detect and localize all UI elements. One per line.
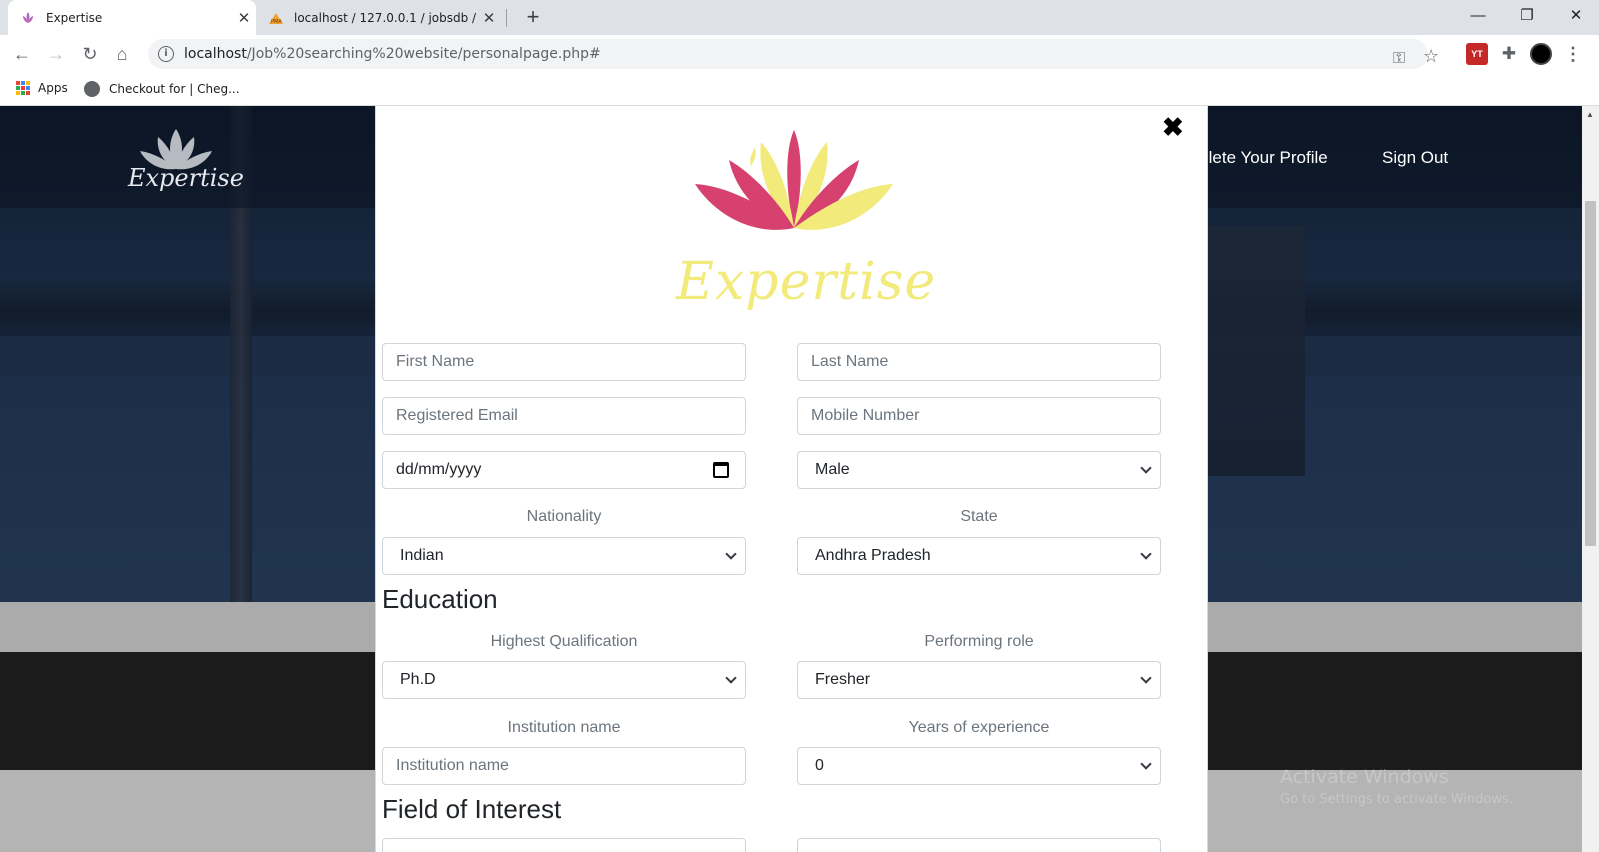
scroll-thumb[interactable] — [1585, 201, 1596, 546]
interest-input-left[interactable] — [382, 838, 746, 852]
globe-icon — [84, 81, 100, 97]
extension-yt-icon[interactable]: YT — [1466, 43, 1488, 65]
first-name-input[interactable]: First Name — [382, 343, 746, 381]
tab-close-icon[interactable]: ✕ — [477, 9, 501, 27]
activate-windows-subtitle: Go to Settings to activate Windows. — [1280, 792, 1513, 807]
tab-phpmyadmin[interactable]: PMA localhost / 127.0.0.1 / jobsdb / lo … — [256, 0, 501, 35]
chevron-down-icon — [1140, 462, 1152, 474]
gender-value: Male — [815, 461, 850, 478]
tab-separator — [506, 9, 507, 27]
nationality-label: Nationality — [526, 508, 602, 525]
qualification-value: Ph.D — [400, 671, 436, 688]
extensions-puzzle-icon[interactable]: ✚ — [1498, 43, 1520, 65]
experience-label: Years of experience — [908, 719, 1050, 736]
activate-windows-title: Activate Windows — [1280, 766, 1449, 788]
nav-sign-out[interactable]: Sign Out — [1382, 148, 1448, 168]
mobile-input[interactable]: Mobile Number — [797, 397, 1161, 435]
dob-date-input[interactable]: dd/mm/yyyy — [382, 451, 746, 489]
chevron-down-icon — [1140, 758, 1152, 770]
modal-lotus-logo-icon — [695, 130, 893, 230]
chevron-down-icon — [1140, 548, 1152, 560]
experience-value: 0 — [815, 757, 824, 774]
browser-tab-strip: Expertise ✕ PMA localhost / 127.0.0.1 / … — [0, 0, 1599, 35]
field-of-interest-heading: Field of Interest — [382, 794, 562, 824]
tab-title: localhost / 127.0.0.1 / jobsdb / lo — [294, 10, 477, 25]
role-select[interactable]: Fresher — [797, 661, 1161, 699]
qualification-select[interactable]: Ph.D — [382, 661, 746, 699]
state-value: Andhra Pradesh — [815, 547, 931, 564]
home-icon[interactable]: ⌂ — [108, 40, 136, 68]
profile-modal: ✖ Expertise First Name Last Name Registe… — [375, 106, 1208, 852]
bookmark-star-icon[interactable]: ☆ — [1423, 46, 1439, 67]
tab-expertise[interactable]: Expertise ✕ — [8, 0, 256, 35]
chevron-down-icon — [1140, 672, 1152, 684]
back-arrow-icon[interactable]: ← — [8, 40, 36, 68]
apps-grid-icon — [16, 81, 30, 95]
bookmark-label: Apps — [38, 81, 68, 95]
bookmark-label: Checkout for | Cheg... — [109, 82, 240, 96]
bookmarks-bar: Apps Checkout for | Cheg... — [0, 73, 1599, 106]
gender-select[interactable]: Male — [797, 451, 1161, 489]
qualification-label: Highest Qualification — [490, 633, 638, 650]
experience-select[interactable]: 0 — [797, 747, 1161, 785]
browser-menu-icon[interactable]: ⋮ — [1562, 43, 1584, 65]
modal-close-icon[interactable]: ✖ — [1162, 114, 1184, 140]
bookmark-apps[interactable]: Apps — [16, 81, 68, 95]
site-logo-text: Expertise — [128, 164, 244, 192]
email-input[interactable]: Registered Email — [382, 397, 746, 435]
web-page: Expertise mplete Your Profile Sign Out A… — [0, 106, 1582, 852]
browser-toolbar: ← → ↻ ⌂ i localhost/Job%20searching%20we… — [0, 35, 1599, 73]
profile-avatar[interactable] — [1530, 43, 1552, 65]
new-tab-plus-icon[interactable]: + — [520, 4, 546, 30]
address-bar[interactable]: i localhost/Job%20searching%20website/pe… — [148, 39, 1439, 69]
stilt-hut — [1195, 226, 1305, 476]
interest-input-right[interactable] — [797, 838, 1161, 852]
role-value: Fresher — [815, 671, 871, 688]
svg-text:PMA: PMA — [271, 19, 282, 25]
bookmark-chegg[interactable]: Checkout for | Cheg... — [84, 81, 240, 97]
nationality-value: Indian — [400, 547, 444, 564]
calendar-icon[interactable] — [713, 462, 729, 478]
chevron-down-icon — [725, 548, 737, 560]
phpmyadmin-favicon-icon: PMA — [268, 10, 284, 26]
institution-input[interactable]: Institution name — [382, 747, 746, 785]
reload-icon[interactable]: ↻ — [76, 40, 104, 68]
key-icon[interactable]: ⚿ — [1393, 48, 1405, 68]
state-label: State — [960, 508, 998, 525]
role-label: Performing role — [924, 633, 1034, 650]
tab-title: Expertise — [46, 10, 103, 25]
site-info-icon[interactable]: i — [158, 46, 174, 62]
scroll-up-arrow-icon[interactable]: ▲ — [1586, 110, 1594, 119]
chevron-down-icon — [725, 672, 737, 684]
tab-close-icon[interactable]: ✕ — [232, 9, 256, 27]
forward-arrow-icon[interactable]: → — [42, 40, 70, 68]
minimize-icon[interactable]: — — [1455, 0, 1501, 32]
window-close-icon[interactable]: ✕ — [1553, 0, 1599, 32]
url-path: /Job%20searching%20website/personalpage.… — [246, 46, 601, 62]
url-host: localhost — [184, 46, 247, 62]
restore-icon[interactable]: ❐ — [1504, 0, 1550, 32]
state-select[interactable]: Andhra Pradesh — [797, 537, 1161, 575]
page-scrollbar[interactable]: ▲ — [1582, 106, 1599, 852]
institution-label: Institution name — [507, 719, 621, 736]
modal-logo-text: Expertise — [676, 252, 937, 312]
nationality-select[interactable]: Indian — [382, 537, 746, 575]
last-name-input[interactable]: Last Name — [797, 343, 1161, 381]
dob-placeholder: dd/mm/yyyy — [396, 461, 482, 478]
lotus-favicon-icon — [20, 10, 36, 26]
education-heading: Education — [382, 584, 498, 614]
